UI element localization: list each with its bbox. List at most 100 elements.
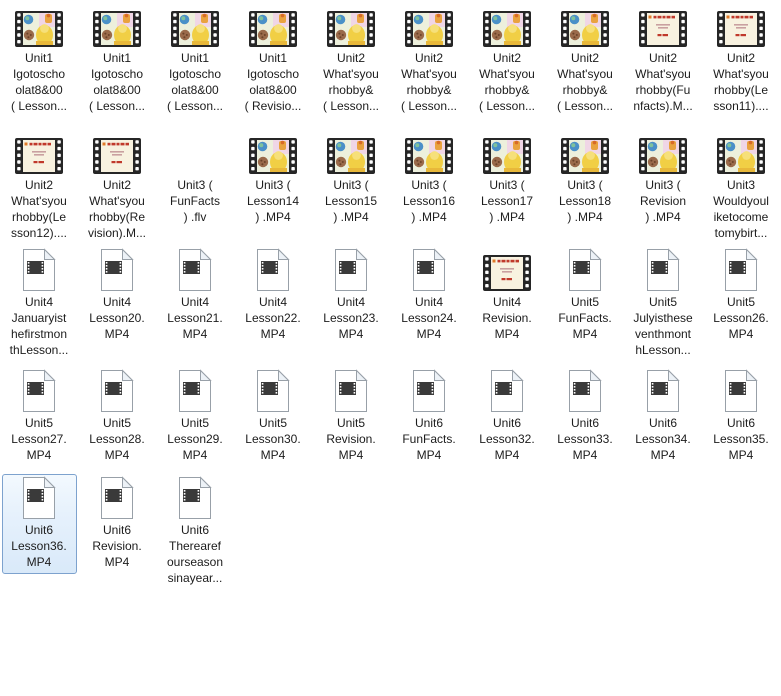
file-tile[interactable]: r (548, 367, 623, 467)
file-tile[interactable]: r (314, 129, 389, 229)
file-label-line: ( Lesson... (471, 98, 544, 114)
file-tile[interactable]: r (704, 2, 779, 118)
file-tile[interactable]: r (392, 129, 467, 229)
file-item[interactable]: r (312, 2, 390, 118)
file-tile[interactable]: r (470, 246, 545, 346)
file-tile[interactable]: r (626, 367, 701, 467)
file-tile[interactable]: r (80, 246, 155, 346)
file-tile[interactable]: r (236, 367, 311, 467)
file-tile[interactable]: r (80, 2, 155, 118)
file-item[interactable]: r (546, 129, 624, 229)
file-tile[interactable]: r (158, 246, 233, 346)
file-item[interactable]: r (546, 2, 624, 118)
file-item[interactable]: r (702, 129, 780, 245)
file-item[interactable]: r (0, 246, 78, 362)
file-item[interactable]: r (624, 246, 702, 362)
file-tile[interactable]: r (80, 367, 155, 467)
file-tile[interactable]: r (80, 129, 155, 245)
file-item[interactable]: r (390, 367, 468, 467)
file-item[interactable]: r (156, 367, 234, 467)
file-tile[interactable]: r (470, 2, 545, 118)
file-item[interactable]: r (234, 367, 312, 467)
file-label-line: Unit3 ( (159, 177, 232, 193)
file-tile[interactable]: r (80, 474, 155, 574)
file-label-line: rhobby& (315, 82, 388, 98)
file-label-line: Igotoscho (81, 66, 154, 82)
file-tile[interactable]: r (392, 2, 467, 118)
file-item[interactable]: r (78, 2, 156, 118)
file-item[interactable]: r (234, 2, 312, 118)
file-item[interactable]: r (468, 246, 546, 346)
file-item[interactable]: r (234, 246, 312, 346)
file-tile[interactable]: r (236, 2, 311, 118)
file-item[interactable]: r (624, 2, 702, 118)
file-item[interactable]: r (78, 129, 156, 245)
file-item[interactable]: r (312, 246, 390, 346)
file-tile[interactable]: r (2, 367, 77, 467)
file-item[interactable]: r (0, 2, 78, 118)
file-tile[interactable]: r (158, 474, 233, 590)
file-tile[interactable]: r (548, 2, 623, 118)
file-item[interactable]: r (390, 2, 468, 118)
file-item[interactable]: r (78, 367, 156, 467)
file-tile[interactable]: r (470, 129, 545, 229)
file-item[interactable]: r (390, 129, 468, 229)
file-item[interactable]: r (702, 2, 780, 118)
file-item[interactable]: r (156, 129, 234, 229)
file-tile[interactable]: r (392, 246, 467, 346)
file-label-line: ( Lesson... (315, 98, 388, 114)
file-item[interactable]: r (156, 2, 234, 118)
file-item[interactable]: r (390, 246, 468, 346)
file-item[interactable]: r (0, 129, 78, 245)
file-item[interactable]: r (468, 367, 546, 467)
file-item[interactable]: r (702, 246, 780, 346)
file-tile[interactable]: r (548, 246, 623, 346)
file-tile[interactable]: r (314, 367, 389, 467)
file-tile[interactable]: r (158, 367, 233, 467)
file-item[interactable]: r (156, 246, 234, 346)
file-tile[interactable]: r (236, 246, 311, 346)
file-tile[interactable]: r (626, 246, 701, 362)
file-label-line: ( Lesson... (159, 98, 232, 114)
file-tile[interactable]: r (704, 246, 779, 346)
file-label-line: MP4 (3, 554, 76, 570)
file-label-line: Unit3 ( (237, 177, 310, 193)
file-tile[interactable]: r (158, 2, 233, 118)
file-tile[interactable]: r (2, 474, 77, 574)
media-file-icon (489, 369, 525, 413)
file-label-line: ) .MP4 (393, 209, 466, 225)
file-label-line: sson12).... (3, 225, 76, 241)
file-tile[interactable]: r (2, 129, 77, 245)
file-item[interactable]: r (546, 367, 624, 467)
file-tile[interactable]: r (314, 2, 389, 118)
file-label-line: Lesson14 (237, 193, 310, 209)
file-tile[interactable]: r (2, 2, 77, 118)
file-item[interactable]: r (78, 246, 156, 346)
file-item[interactable]: r (468, 2, 546, 118)
file-item[interactable]: r (312, 129, 390, 229)
file-item[interactable]: r (468, 129, 546, 229)
file-tile[interactable]: r (392, 367, 467, 467)
file-tile[interactable]: r (626, 129, 701, 229)
file-item[interactable]: r (624, 129, 702, 229)
file-item[interactable]: r (0, 474, 78, 574)
file-tile[interactable]: r (314, 246, 389, 346)
file-item[interactable]: r (702, 367, 780, 467)
file-item[interactable]: r (156, 474, 234, 590)
file-item[interactable]: r (312, 367, 390, 467)
file-item[interactable]: r (0, 367, 78, 467)
file-item[interactable]: r (234, 129, 312, 229)
file-tile[interactable]: r (236, 129, 311, 229)
file-item[interactable]: r (624, 367, 702, 467)
file-tile[interactable]: r (2, 246, 77, 362)
file-item[interactable]: r (78, 474, 156, 574)
file-tile[interactable]: r (548, 129, 623, 229)
file-tile[interactable]: r (626, 2, 701, 118)
file-tile[interactable]: r (470, 367, 545, 467)
file-tile[interactable]: r (704, 367, 779, 467)
file-label: Unit5Lesson30.MP4 (237, 415, 310, 463)
file-item[interactable]: r (546, 246, 624, 346)
file-tile[interactable]: r (158, 129, 233, 229)
file-tile[interactable]: r (704, 129, 779, 245)
file-label: Unit2What'syourhobby(Lesson11).... (705, 50, 778, 114)
